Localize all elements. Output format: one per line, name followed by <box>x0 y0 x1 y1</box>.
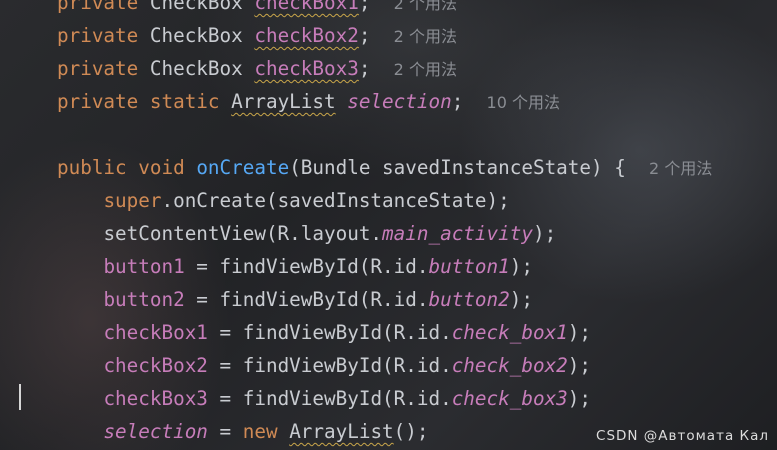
super-call: .onCreate(savedInstanceState); <box>161 189 510 212</box>
code-line-2: private CheckBox checkBox2; 2 个用法 <box>57 19 712 52</box>
close-paren: ); <box>567 387 592 410</box>
usage-hint[interactable]: 2 个用法 <box>394 60 457 79</box>
close-paren: ); <box>509 255 533 278</box>
assign-call: = findViewById(R.id. <box>184 288 429 311</box>
close-paren: ); <box>509 288 533 311</box>
code-line-assign-button1: button1 = findViewById(R.id.button1); <box>57 250 712 283</box>
set-content-view-call: setContentView(R.layout. <box>103 222 383 245</box>
code-line-assign-checkbox3: checkBox3 = findViewById(R.id.check_box3… <box>57 382 712 415</box>
layout-name[interactable]: main_activity <box>382 222 533 245</box>
code-editor[interactable]: private CheckBox checkBox1; 2 个用法 privat… <box>0 0 777 450</box>
assign-equals: = <box>207 420 243 443</box>
semicolon: ; <box>358 0 371 14</box>
keyword-static: static <box>149 90 220 113</box>
assign-var[interactable]: checkBox3 <box>103 387 207 410</box>
assign-call: = findViewById(R.id. <box>207 354 452 377</box>
code-line-super: super.onCreate(savedInstanceState); <box>57 184 712 217</box>
keyword-void: void <box>138 156 185 179</box>
code-line-setcontentview: setContentView(R.layout.main_activity); <box>57 217 712 250</box>
semicolon: ; <box>358 24 371 47</box>
usage-hint[interactable]: 2 个用法 <box>394 0 457 13</box>
code-line-1: private CheckBox checkBox1; 2 个用法 <box>57 0 712 19</box>
close-paren: ); <box>567 354 592 377</box>
code-line-assign-checkbox2: checkBox2 = findViewById(R.id.check_box2… <box>57 349 712 382</box>
keyword-private: private <box>57 90 139 113</box>
close-paren: ); <box>567 321 592 344</box>
code-line-4: private static ArrayList selection; 10 个… <box>57 85 712 118</box>
usage-hint[interactable]: 2 个用法 <box>394 27 457 46</box>
field-name[interactable]: checkBox1 <box>254 0 358 14</box>
method-name[interactable]: onCreate <box>196 156 289 179</box>
assign-var[interactable]: checkBox1 <box>103 321 207 344</box>
resource-id[interactable]: check_box1 <box>452 321 568 344</box>
code-area[interactable]: private CheckBox checkBox1; 2 个用法 privat… <box>57 0 712 448</box>
type-name: CheckBox <box>149 57 243 80</box>
code-line-3: private CheckBox checkBox3; 2 个用法 <box>57 52 712 85</box>
assign-var[interactable]: checkBox2 <box>103 354 207 377</box>
keyword-super: super <box>103 189 162 212</box>
keyword-new: new <box>242 420 278 443</box>
type-name[interactable]: ArrayList <box>289 420 393 443</box>
keyword-private: private <box>57 57 139 80</box>
assign-var[interactable]: selection <box>103 420 207 443</box>
usage-hint[interactable]: 2 个用法 <box>649 159 712 178</box>
code-line-assign-checkbox1: checkBox1 = findViewById(R.id.check_box1… <box>57 316 712 349</box>
assign-call: = findViewById(R.id. <box>207 321 452 344</box>
semicolon: ; <box>451 90 464 113</box>
resource-id[interactable]: check_box2 <box>452 354 568 377</box>
code-line-assign-button2: button2 = findViewById(R.id.button2); <box>57 283 712 316</box>
keyword-private: private <box>57 24 139 47</box>
constructor-call: (); <box>393 420 429 443</box>
keyword-private: private <box>57 0 139 14</box>
watermark: CSDN @Автомата Кал <box>596 428 769 444</box>
field-name[interactable]: checkBox3 <box>254 57 358 80</box>
field-name[interactable]: checkBox2 <box>254 24 358 47</box>
field-name[interactable]: selection <box>347 90 451 113</box>
text-caret <box>19 384 21 410</box>
usage-hint[interactable]: 10 个用法 <box>487 93 560 112</box>
resource-id[interactable]: check_box3 <box>452 387 568 410</box>
assign-call: = findViewById(R.id. <box>184 255 429 278</box>
resource-id[interactable]: button1 <box>428 255 509 278</box>
assign-var[interactable]: button2 <box>103 288 184 311</box>
keyword-public: public <box>57 156 127 179</box>
type-name[interactable]: ArrayList <box>231 90 335 113</box>
type-name: CheckBox <box>149 24 243 47</box>
assign-call: = findViewById(R.id. <box>207 387 452 410</box>
resource-id[interactable]: button2 <box>428 288 509 311</box>
semicolon: ; <box>358 57 371 80</box>
code-line-method: public void onCreate(Bundle savedInstanc… <box>57 151 712 184</box>
assign-var[interactable]: button1 <box>103 255 184 278</box>
type-name: CheckBox <box>149 0 243 14</box>
close-paren: ); <box>532 222 557 245</box>
method-params: (Bundle savedInstanceState) { <box>289 156 626 179</box>
